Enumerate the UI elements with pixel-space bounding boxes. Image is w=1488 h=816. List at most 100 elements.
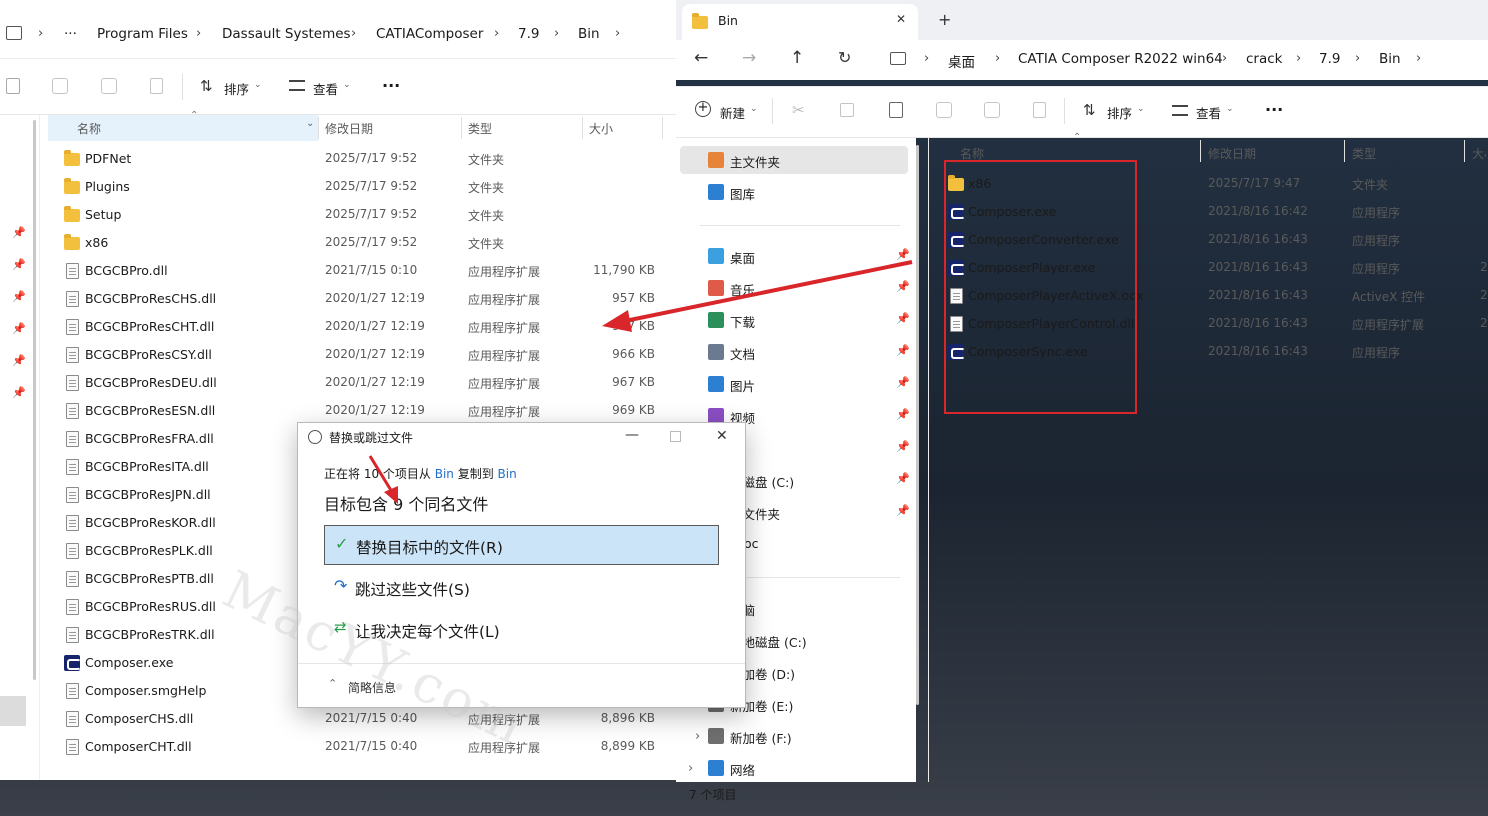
breadcrumb-item[interactable]: Dassault Systemes: [222, 26, 351, 42]
table-row[interactable]: BCGCBProResCHT.dll 2020/1/27 12:19 应用程序扩展 9…: [48, 313, 676, 341]
pin-icon[interactable]: 📌: [896, 408, 910, 421]
paste-icon[interactable]: [889, 102, 903, 118]
refresh-icon[interactable]: ↻: [838, 48, 851, 67]
column-divider[interactable]: [1464, 140, 1465, 162]
rename-icon[interactable]: [52, 78, 68, 94]
file-size: 8,896 KB: [600, 711, 655, 725]
file-date: 2020/1/27 12:19: [325, 375, 425, 389]
breadcrumb-item[interactable]: Bin: [1379, 51, 1401, 67]
pin-icon[interactable]: 📌: [896, 440, 910, 453]
delete-icon[interactable]: [1033, 102, 1046, 118]
view-button[interactable]: 查看: [313, 79, 338, 98]
minimize-icon[interactable]: —: [625, 427, 639, 443]
share-icon[interactable]: [101, 78, 117, 94]
nav-item[interactable]: 图库: [704, 178, 914, 206]
type-header-label[interactable]: 类型: [1352, 145, 1376, 162]
pin-icon[interactable]: 📌: [896, 504, 910, 517]
table-row[interactable]: ComposerCHT.dll 2021/7/15 0:40 应用程序扩展 8,899…: [48, 733, 676, 761]
file-name: Composer.exe: [85, 655, 174, 670]
chevron-down-icon: ⌄: [1137, 104, 1145, 114]
breadcrumb-item[interactable]: Bin: [578, 26, 600, 42]
view-button[interactable]: 查看: [1196, 103, 1221, 122]
breadcrumb-item[interactable]: Program Files: [97, 26, 188, 42]
table-row[interactable]: BCGCBProResCSY.dll 2020/1/27 12:19 应用程序扩展 9…: [48, 341, 676, 369]
table-row[interactable]: Plugins 2025/7/17 9:52 文件夹: [48, 173, 676, 201]
table-row[interactable]: BCGCBProResESN.dll 2020/1/27 12:19 应用程序扩展 9…: [48, 397, 676, 425]
cut-icon[interactable]: ✂: [792, 101, 805, 119]
table-row[interactable]: BCGCBProResCHS.dll 2020/1/27 12:19 应用程序扩展 9…: [48, 285, 676, 313]
type-header-label[interactable]: 类型: [468, 120, 492, 137]
size-header-label[interactable]: 大小: [1472, 145, 1486, 162]
table-row[interactable]: BCGCBPro.dll 2021/7/15 0:10 应用程序扩展 11,790 K…: [48, 257, 676, 285]
replace-files-option[interactable]: ✓ 替换目标中的文件(R): [324, 525, 719, 565]
table-row[interactable]: x86 2025/7/17 9:52 文件夹: [48, 229, 676, 257]
date-header-label[interactable]: 修改日期: [1208, 145, 1256, 162]
column-divider[interactable]: [582, 117, 583, 139]
pin-icon: 📌: [12, 258, 26, 271]
size-header-label[interactable]: 大小: [589, 120, 613, 137]
skip-files-option[interactable]: ↷ 跳过这些文件(S): [324, 567, 719, 607]
nav-item-label: 图片: [730, 379, 756, 394]
nav-item[interactable]: 主文件夹: [680, 146, 908, 174]
up-arrow-icon[interactable]: ↑: [790, 48, 804, 68]
table-row[interactable]: BCGCBProResDEU.dll 2020/1/27 12:19 应用程序扩展 9…: [48, 369, 676, 397]
pc-icon[interactable]: [890, 52, 906, 65]
share-icon[interactable]: [984, 102, 1000, 118]
file-name: PDFNet: [85, 151, 132, 166]
details-toggle[interactable]: 简略信息: [348, 679, 396, 696]
rename-icon[interactable]: [936, 102, 952, 118]
table-row[interactable]: ComposerCHS.dll 2021/7/15 0:40 应用程序扩展 8,896…: [48, 705, 676, 733]
pin-icon[interactable]: 📌: [896, 376, 910, 389]
dll-icon: [64, 347, 80, 363]
file-type: ActiveX 控件: [1352, 290, 1426, 304]
nav-item[interactable]: 文档 📌: [704, 338, 914, 366]
breadcrumb-item[interactable]: 桌面: [948, 51, 975, 71]
close-icon[interactable]: ✕: [716, 428, 728, 444]
breadcrumb-item[interactable]: CATIAComposer: [376, 26, 483, 42]
table-row[interactable]: PDFNet 2025/7/17 9:52 文件夹: [48, 145, 676, 173]
nav-selected-item[interactable]: [0, 696, 26, 726]
breadcrumb-item[interactable]: 7.9: [1319, 51, 1340, 67]
breadcrumb-ellipsis[interactable]: ···: [64, 26, 77, 42]
decide-each-file-option[interactable]: ⇄ 让我决定每个文件(L): [324, 609, 719, 649]
source-folder-link[interactable]: Bin: [435, 467, 454, 481]
forward-arrow-icon[interactable]: →: [742, 48, 756, 68]
more-options-button[interactable]: ···: [382, 76, 400, 95]
right-nav-scrollbar[interactable]: [916, 145, 919, 705]
expand-chevron-icon[interactable]: ›: [688, 761, 693, 776]
column-divider[interactable]: [1200, 140, 1201, 162]
nav-item[interactable]: 图片 📌: [704, 370, 914, 398]
paste-icon[interactable]: [6, 78, 20, 94]
nav-item[interactable]: 网络: [704, 754, 914, 782]
chevron-right-icon: ›: [615, 26, 621, 41]
destination-folder-link[interactable]: Bin: [498, 467, 517, 481]
column-divider[interactable]: [1344, 140, 1345, 162]
back-arrow-icon[interactable]: ←: [694, 48, 708, 68]
new-button[interactable]: 新建: [720, 103, 745, 122]
sort-button[interactable]: 排序: [1107, 103, 1132, 122]
breadcrumb-item[interactable]: CATIA Composer R2022 win64: [1018, 51, 1223, 67]
pin-icon[interactable]: 📌: [896, 344, 910, 357]
file-date: 2025/7/17 9:52: [325, 151, 418, 165]
column-divider[interactable]: [318, 117, 319, 139]
pin-icon[interactable]: 📌: [896, 472, 910, 485]
file-size: 967 KB: [612, 375, 655, 389]
chevron-up-icon[interactable]: ⌃: [328, 677, 337, 690]
tab-close-icon[interactable]: ✕: [896, 12, 906, 26]
column-divider[interactable]: [461, 117, 462, 139]
new-tab-icon[interactable]: +: [938, 10, 951, 29]
breadcrumb-item[interactable]: 7.9: [518, 26, 539, 42]
delete-icon[interactable]: [150, 78, 163, 94]
breadcrumb-item[interactable]: crack: [1246, 51, 1283, 67]
table-row[interactable]: Setup 2025/7/17 9:52 文件夹: [48, 201, 676, 229]
column-divider[interactable]: [662, 117, 663, 139]
left-nav-scrollbar[interactable]: [33, 120, 36, 680]
more-options-button[interactable]: ···: [1265, 100, 1283, 119]
new-icon: +: [695, 101, 711, 117]
expand-chevron-icon[interactable]: ›: [695, 729, 700, 744]
pc-icon[interactable]: [6, 26, 22, 40]
sort-button[interactable]: 排序: [224, 79, 249, 98]
nav-item[interactable]: 新加卷 (F:): [704, 722, 914, 750]
copy-icon[interactable]: [840, 103, 854, 117]
date-header-label[interactable]: 修改日期: [325, 120, 373, 137]
